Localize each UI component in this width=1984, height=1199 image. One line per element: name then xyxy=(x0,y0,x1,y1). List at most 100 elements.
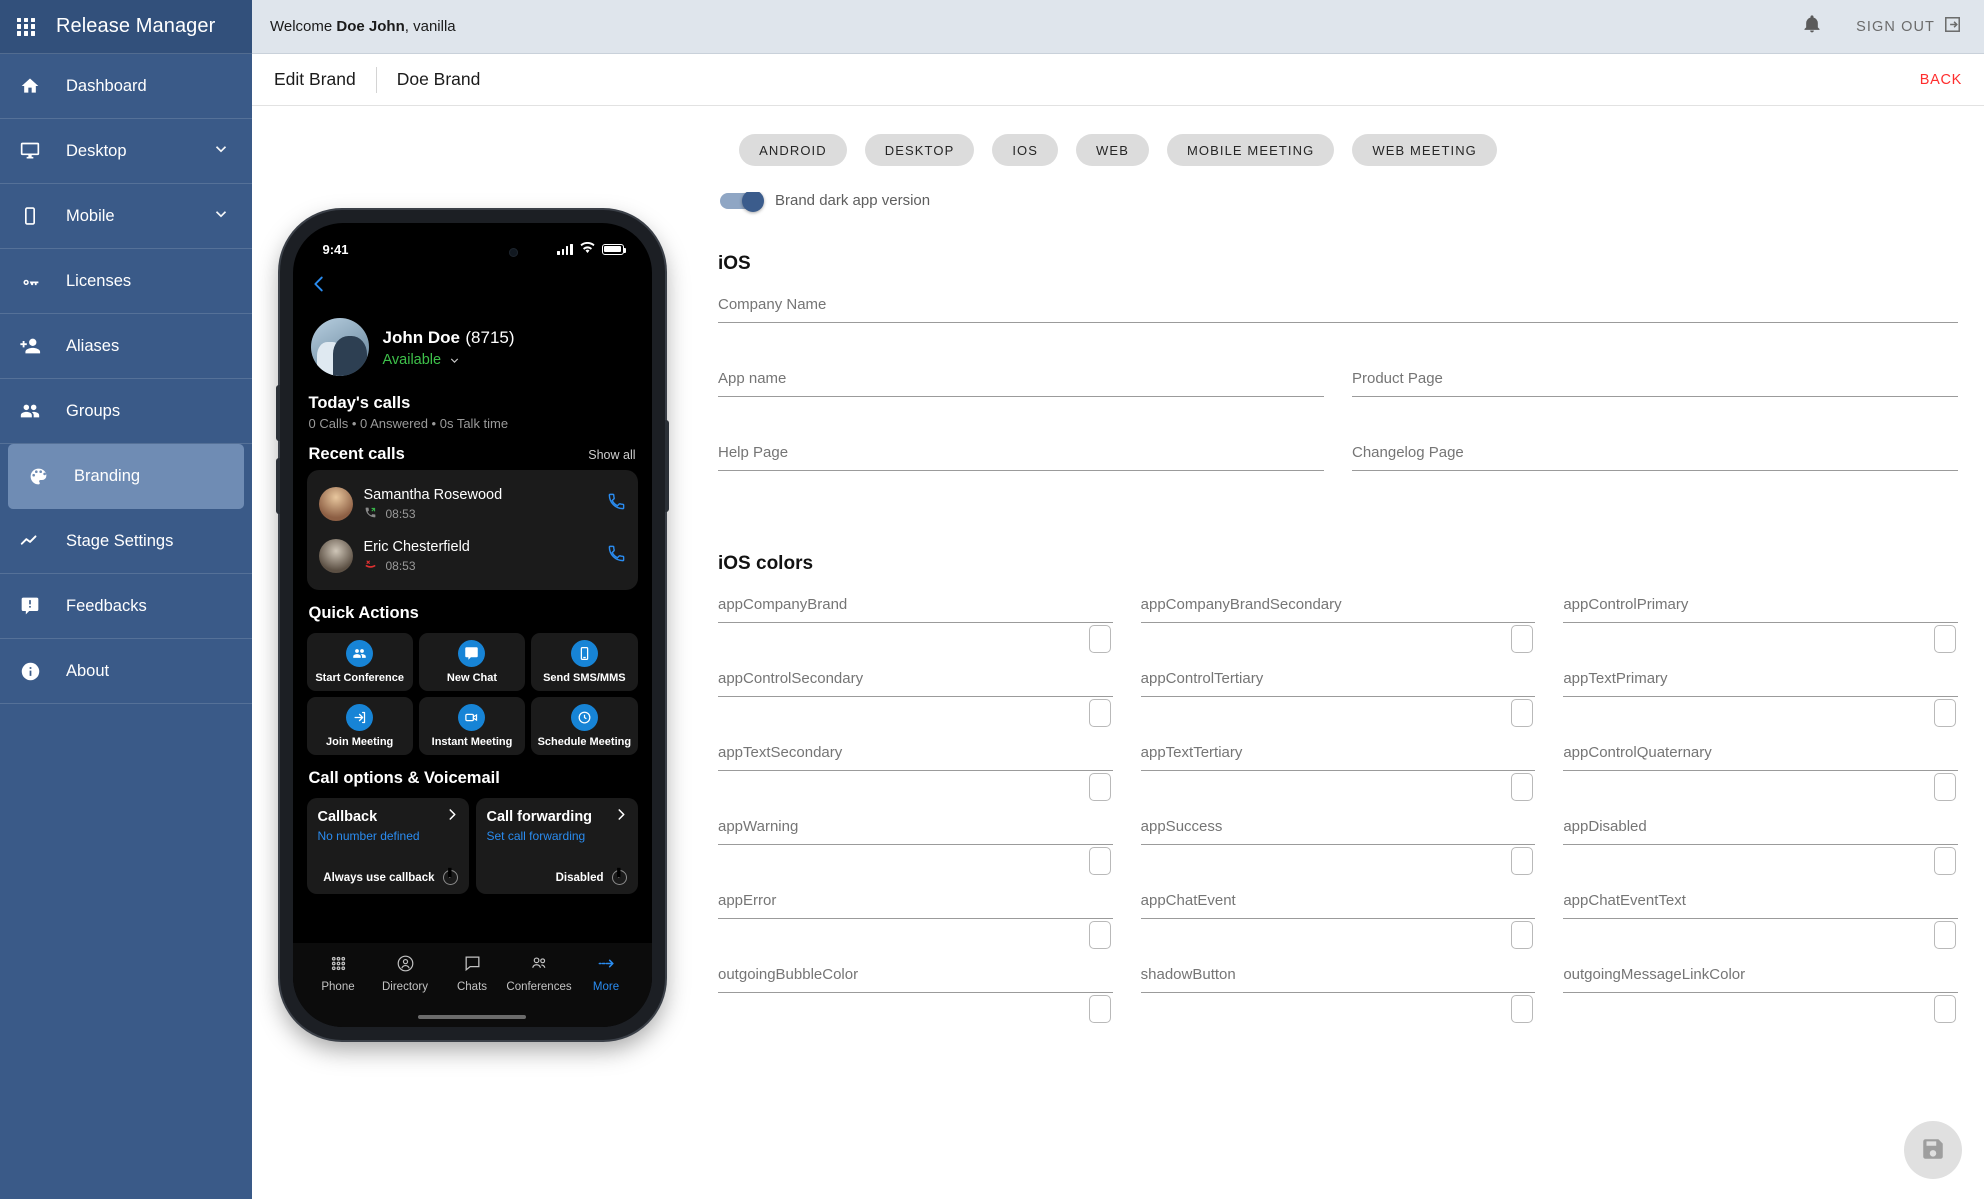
color-swatch[interactable] xyxy=(1511,699,1534,727)
color-swatch[interactable] xyxy=(1933,921,1956,949)
phone-icon xyxy=(8,206,52,226)
app-name-input[interactable] xyxy=(718,367,1324,397)
color-input[interactable] xyxy=(1563,593,1958,623)
brand-name: Doe Brand xyxy=(396,69,481,89)
power-toggle-icon[interactable] xyxy=(442,870,458,885)
show-all-link[interactable]: Show all xyxy=(588,448,635,462)
sidebar-item-about[interactable]: About xyxy=(0,639,252,704)
color-swatch[interactable] xyxy=(1088,699,1111,727)
color-swatch[interactable] xyxy=(1511,773,1534,801)
chevron-down-icon[interactable] xyxy=(212,140,230,163)
sidebar-item-feedbacks[interactable]: Feedbacks xyxy=(0,574,252,639)
color-input[interactable] xyxy=(1140,815,1536,845)
color-swatch[interactable] xyxy=(1933,847,1956,875)
color-input[interactable] xyxy=(1140,667,1536,697)
presence-status[interactable]: Available xyxy=(383,352,515,368)
color-field-appControlPrimary xyxy=(1563,593,1958,667)
color-swatch[interactable] xyxy=(1088,995,1111,1023)
quick-action-label: Send SMS/MMS xyxy=(543,672,626,684)
color-swatch[interactable] xyxy=(1933,995,1956,1023)
color-swatch[interactable] xyxy=(1933,699,1956,727)
color-input[interactable] xyxy=(718,667,1113,697)
chevron-down-icon[interactable] xyxy=(212,205,230,228)
color-swatch[interactable] xyxy=(1933,625,1956,653)
page-title: Edit Brand xyxy=(274,69,356,89)
color-input[interactable] xyxy=(1140,593,1536,623)
color-swatch[interactable] xyxy=(1511,921,1534,949)
color-swatch[interactable] xyxy=(1088,921,1111,949)
color-swatch[interactable] xyxy=(1088,847,1111,875)
phone-tab-chats[interactable]: Chats xyxy=(439,954,506,993)
quick-action-start-conference[interactable]: Start Conference xyxy=(306,633,413,691)
notifications-bell-icon[interactable] xyxy=(1802,14,1822,39)
phone-tab-directory[interactable]: Directory xyxy=(372,954,439,993)
call-back-icon[interactable] xyxy=(607,492,626,516)
help-page-input[interactable] xyxy=(718,441,1324,471)
save-button[interactable] xyxy=(1904,1121,1962,1179)
tab-web-meeting[interactable]: WEB MEETING xyxy=(1352,134,1497,166)
color-input[interactable] xyxy=(718,741,1113,771)
phone-tab-conferences[interactable]: Conferences xyxy=(506,954,573,993)
power-toggle-icon[interactable] xyxy=(611,870,627,885)
color-input[interactable] xyxy=(718,889,1113,919)
phone-back-icon[interactable] xyxy=(307,269,638,308)
quick-action-send-sms[interactable]: Send SMS/MMS xyxy=(531,633,638,691)
color-input[interactable] xyxy=(1140,963,1536,993)
call-options-title: Call options & Voicemail xyxy=(308,769,500,787)
call-option-callback[interactable]: Callback No number defined Always use ca… xyxy=(306,798,469,894)
tab-android[interactable]: ANDROID xyxy=(739,134,847,166)
color-input[interactable] xyxy=(1563,815,1958,845)
sign-out-button[interactable]: SIGN OUT xyxy=(1856,15,1962,38)
tab-ios[interactable]: IOS xyxy=(992,134,1059,166)
phone-tab-more[interactable]: More xyxy=(573,954,640,993)
color-field-appControlSecondary xyxy=(718,667,1113,741)
tab-desktop[interactable]: DESKTOP xyxy=(864,134,975,166)
color-input[interactable] xyxy=(1140,889,1536,919)
color-input[interactable] xyxy=(718,815,1113,845)
color-input[interactable] xyxy=(1140,741,1536,771)
quick-action-schedule-meeting[interactable]: Schedule Meeting xyxy=(531,697,638,755)
color-swatch[interactable] xyxy=(1933,773,1956,801)
tab-web[interactable]: WEB xyxy=(1076,134,1149,166)
sidebar-item-licenses[interactable]: Licenses xyxy=(0,249,252,314)
color-input[interactable] xyxy=(1563,667,1958,697)
color-input[interactable] xyxy=(1563,741,1958,771)
quick-action-label: Instant Meeting xyxy=(431,736,513,748)
quick-action-instant-meeting[interactable]: Instant Meeting xyxy=(418,697,526,755)
welcome-message: Welcome Doe John, vanilla xyxy=(270,18,456,35)
color-input[interactable] xyxy=(1563,963,1958,993)
quick-action-join-meeting[interactable]: Join Meeting xyxy=(306,697,413,755)
color-swatch[interactable] xyxy=(1088,625,1111,653)
color-swatch[interactable] xyxy=(1511,847,1534,875)
changelog-page-input[interactable] xyxy=(1352,441,1958,471)
sidebar-item-dashboard[interactable]: Dashboard xyxy=(0,54,252,119)
sidebar-brand[interactable]: Release Manager xyxy=(0,0,252,54)
call-option-call-forwarding[interactable]: Call forwarding Set call forwarding Disa… xyxy=(475,798,638,894)
sidebar-item-mobile[interactable]: Mobile xyxy=(0,184,252,249)
help-page-field-wrap xyxy=(718,441,1324,515)
color-input[interactable] xyxy=(718,593,1113,623)
color-swatch[interactable] xyxy=(1511,625,1534,653)
sidebar-item-branding[interactable]: Branding xyxy=(8,444,244,509)
list-item[interactable]: Samantha Rosewood 08:53 xyxy=(317,478,628,530)
sidebar-item-desktop[interactable]: Desktop xyxy=(0,119,252,184)
color-swatch[interactable] xyxy=(1088,773,1111,801)
apps-grid-icon[interactable] xyxy=(14,15,38,39)
product-page-input[interactable] xyxy=(1352,367,1958,397)
color-input[interactable] xyxy=(1563,889,1958,919)
list-item[interactable]: Eric Chesterfield 08:53 xyxy=(317,530,628,582)
tab-mobile-meeting[interactable]: MOBILE MEETING xyxy=(1166,134,1335,166)
back-button[interactable]: BACK xyxy=(1920,72,1962,88)
color-swatch[interactable] xyxy=(1511,995,1534,1023)
quick-action-new-chat[interactable]: New Chat xyxy=(418,633,526,691)
sidebar-item-label: About xyxy=(66,661,110,680)
phone-tab-phone[interactable]: Phone xyxy=(305,954,372,993)
company-name-input[interactable] xyxy=(718,293,1958,323)
sidebar-item-aliases[interactable]: Aliases xyxy=(0,314,252,379)
color-input[interactable] xyxy=(718,963,1113,993)
call-back-icon[interactable] xyxy=(607,544,626,568)
brand-dark-app-toggle[interactable] xyxy=(720,192,764,212)
sidebar-item-groups[interactable]: Groups xyxy=(0,379,252,444)
call-timestamp: 08:53 xyxy=(385,559,416,573)
sidebar-item-stage-settings[interactable]: Stage Settings xyxy=(0,509,252,574)
